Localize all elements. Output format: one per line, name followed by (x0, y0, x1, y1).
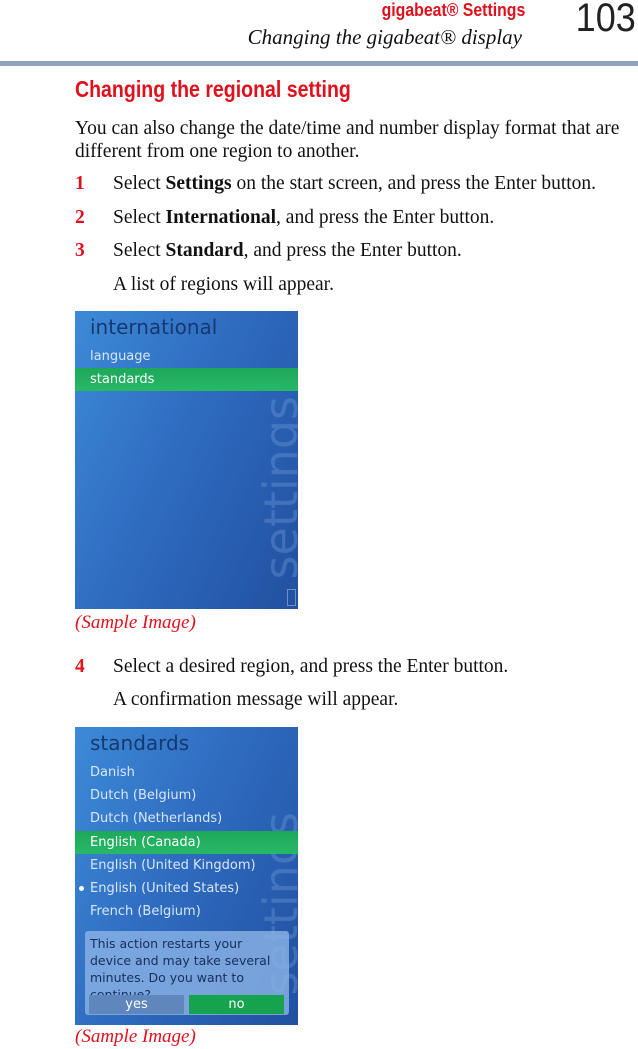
step-4-result: A confirmation message will appear. (113, 689, 399, 710)
screen-title: standards (90, 731, 190, 755)
screen-title: international (90, 315, 218, 339)
region-item: Dutch (Belgium) (90, 788, 197, 803)
header-rule (0, 61, 638, 66)
step-text: Select (113, 173, 166, 194)
region-item: English (United Kingdom) (90, 858, 256, 873)
header-subsection: Changing the gigabeat® display (247, 25, 522, 49)
step-bold: Settings (165, 173, 232, 194)
step-text: Select a desired region, and press the E… (113, 656, 509, 677)
region-item-current: English (United States) (90, 881, 240, 896)
watermark: settings (254, 395, 298, 579)
sample-screen-standards: settings standards Danish Dutch (Belgium… (75, 727, 298, 1025)
step-text: Select (113, 240, 166, 261)
no-button: no (189, 995, 284, 1014)
step-text: Select (113, 207, 166, 228)
battery-icon (287, 589, 296, 606)
sample-screen-international: settings international language standard… (75, 311, 298, 609)
step-text: , and press the Enter button. (243, 240, 462, 261)
menu-item-standards: standards (75, 368, 298, 391)
step-number: 3 (75, 240, 85, 261)
page-number: 103 (575, 0, 636, 40)
menu-item-language: language (90, 349, 151, 364)
step-number: 1 (75, 173, 85, 194)
step-bold: International (165, 207, 277, 228)
region-item-selected: English (Canada) (75, 831, 298, 854)
region-item: Dutch (Netherlands) (90, 811, 223, 826)
region-item: French (Belgium) (90, 904, 201, 919)
image-caption: (Sample Image) (75, 612, 196, 633)
step-bold: Standard (165, 240, 244, 261)
intro-paragraph: You can also change the date/time and nu… (75, 118, 620, 162)
header-section: gigabeat® Settings (381, 0, 525, 20)
image-caption: (Sample Image) (75, 1026, 196, 1047)
current-dot-icon (79, 886, 84, 891)
confirmation-dialog: This action restarts your device and may… (85, 931, 289, 1015)
region-item: Danish (90, 765, 135, 780)
yes-button: yes (89, 995, 184, 1014)
step-number: 4 (75, 656, 85, 677)
step-3-result: A list of regions will appear. (113, 274, 334, 295)
step-number: 2 (75, 207, 85, 228)
step-text: on the start screen, and press the Enter… (231, 173, 597, 194)
step-text: , and press the Enter button. (276, 207, 495, 228)
section-heading: Changing the regional setting (75, 76, 351, 102)
